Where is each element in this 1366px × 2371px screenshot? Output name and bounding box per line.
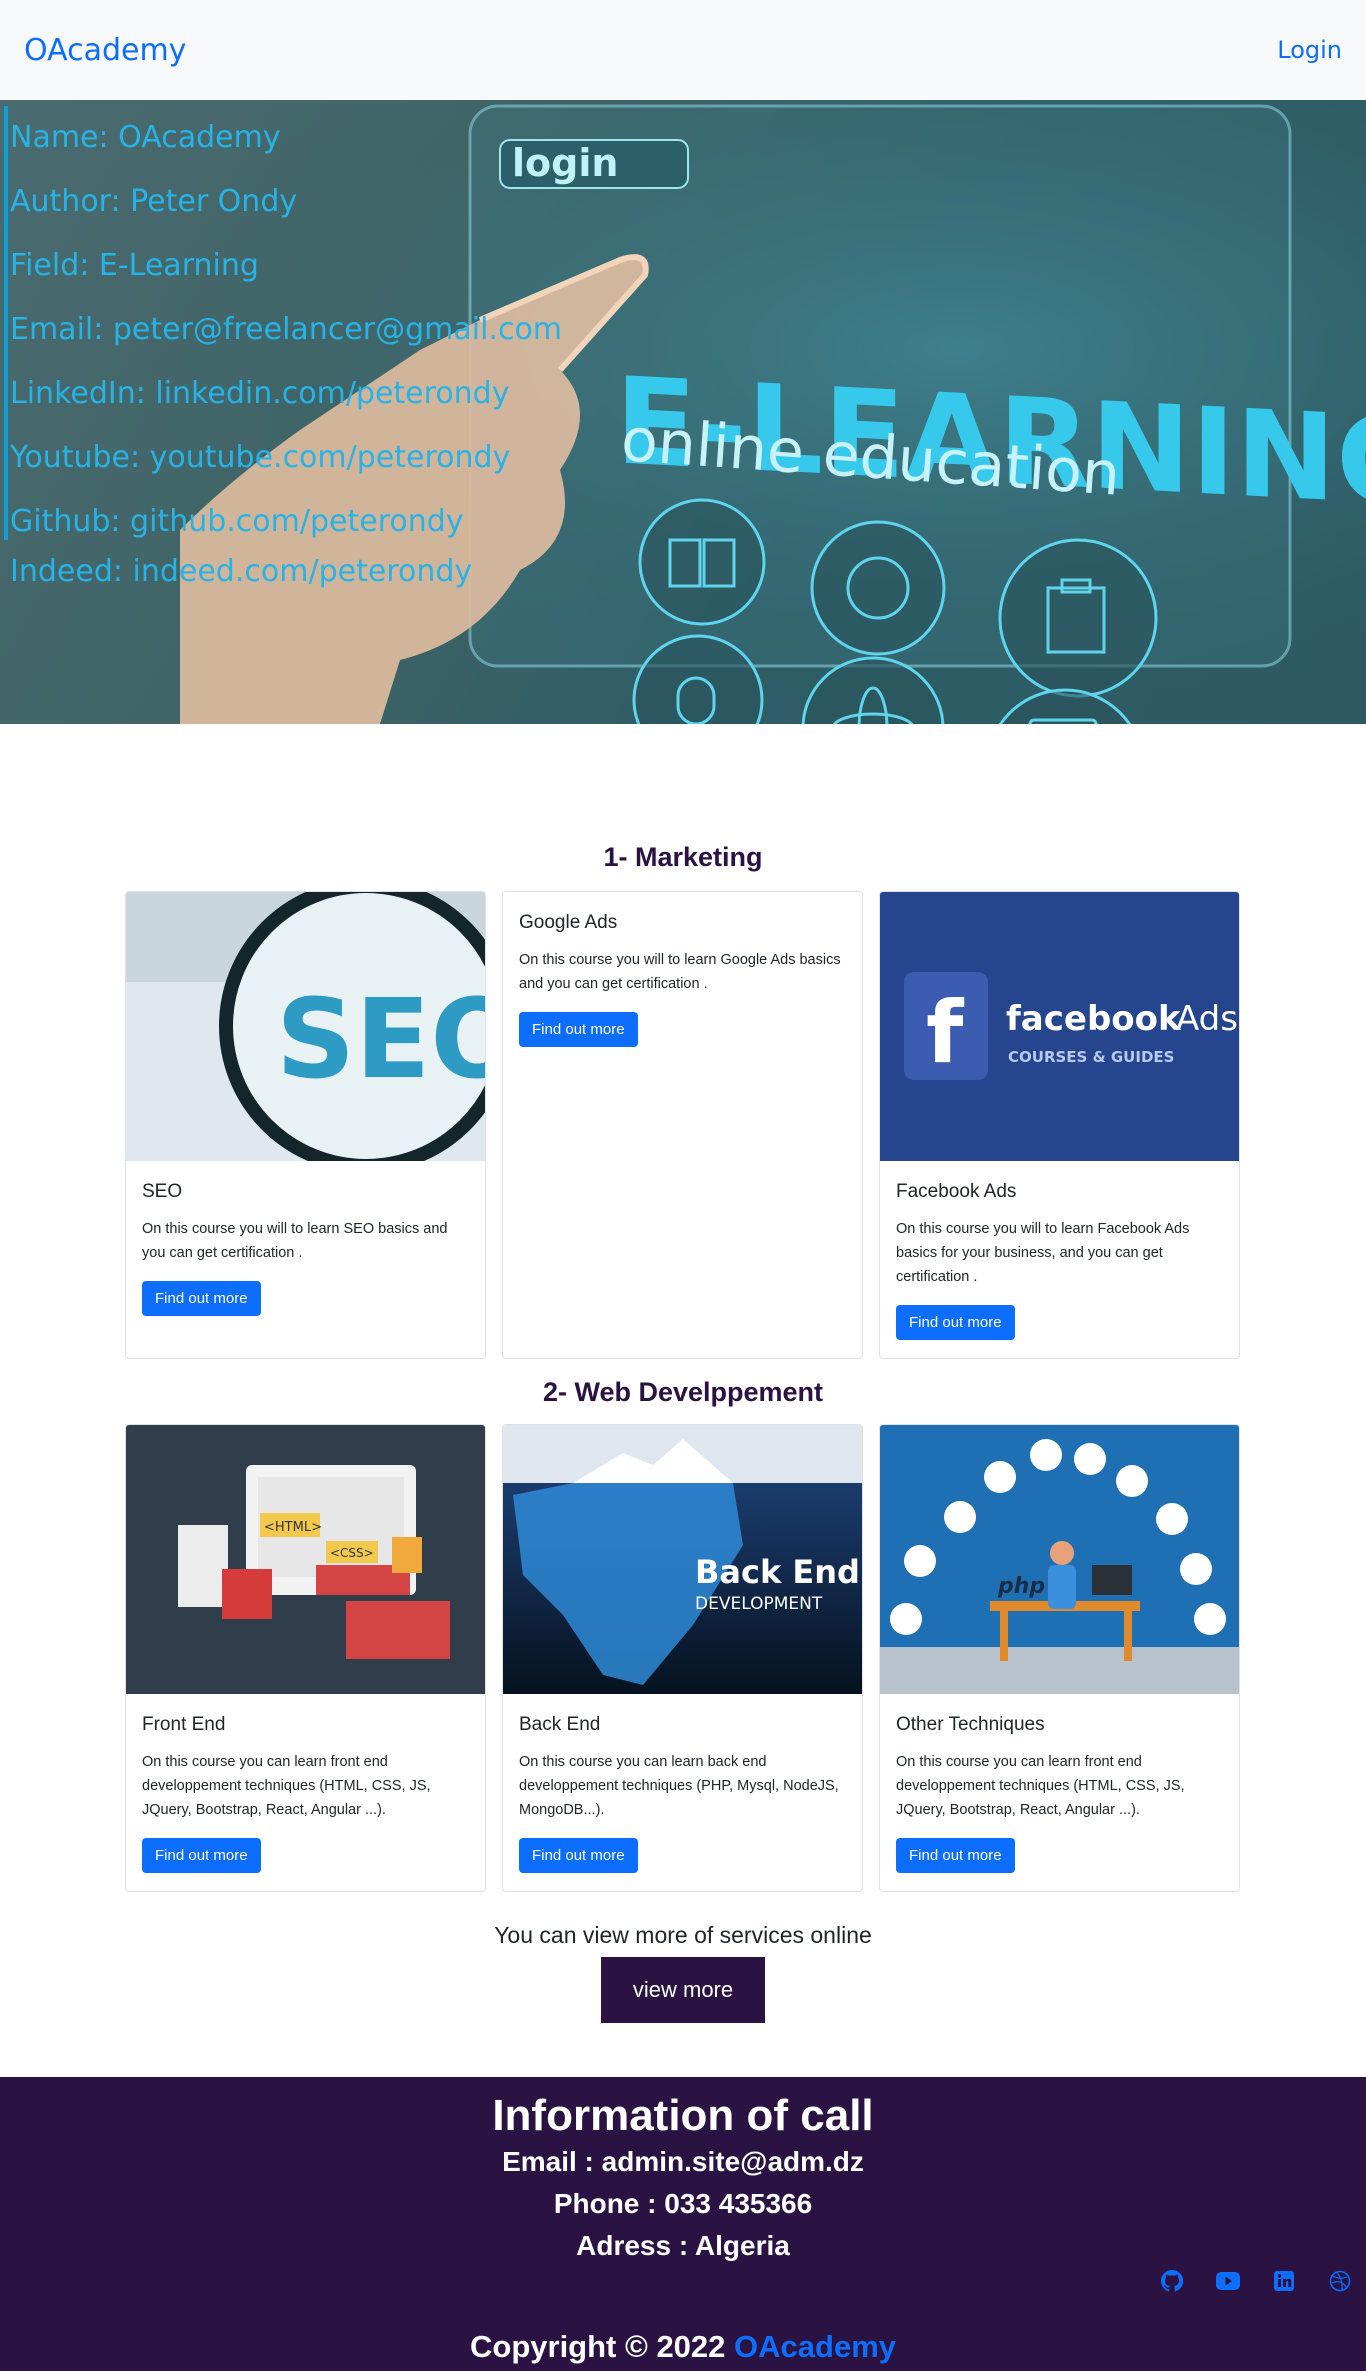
card-title: Front End bbox=[142, 1714, 226, 1735]
login-link[interactable]: Login bbox=[1277, 36, 1342, 64]
seo-image: SEO bbox=[126, 892, 485, 1161]
facebook-image-ads: Ads bbox=[1176, 999, 1238, 1039]
card-title: Other Techniques bbox=[896, 1714, 1045, 1735]
card-title: Facebook Ads bbox=[896, 1181, 1017, 1202]
navbar: OAcademy Login bbox=[0, 0, 1366, 100]
info-field: Field: E-Learning bbox=[10, 248, 259, 283]
course-card-back-end: Back End DEVELOPMENT Back End On this co… bbox=[502, 1424, 863, 1892]
marketing-row: SEO SEO On this course you will to learn… bbox=[125, 891, 1241, 1359]
web-title: 2- Web Develppement bbox=[542, 1377, 824, 1407]
info-indeed: Indeed: indeed.com/peterondy bbox=[10, 554, 473, 589]
course-card-front-end: <HTML> <CSS> Front End On this course yo… bbox=[125, 1424, 486, 1892]
courses-section: 1- Marketing SEO SEO On this course you … bbox=[0, 724, 1366, 2023]
svg-text:f: f bbox=[926, 983, 965, 1083]
card-text: On this course you can learn front end d… bbox=[142, 1754, 431, 1818]
back-end-image: Back End DEVELOPMENT bbox=[503, 1425, 862, 1694]
footer-phone: Phone : 033 435366 bbox=[553, 2188, 813, 2219]
card-text: On this course you will to learn Faceboo… bbox=[896, 1221, 1190, 1285]
web-row: <HTML> <CSS> Front End On this course yo… bbox=[125, 1424, 1241, 1892]
copyright-text: Copyright © 2022 bbox=[470, 2329, 726, 2364]
find-out-more-button[interactable]: Find out more bbox=[519, 1838, 638, 1873]
front-end-image: <HTML> <CSS> bbox=[126, 1425, 485, 1694]
seo-image-text: SEO bbox=[276, 975, 485, 1103]
find-out-more-button[interactable]: Find out more bbox=[519, 1012, 638, 1047]
copyright: Copyright © 2022 OAcademy bbox=[0, 2329, 1366, 2371]
info-name: Name: OAcademy bbox=[10, 120, 281, 155]
find-out-more-button[interactable]: Find out more bbox=[142, 1281, 261, 1316]
footer-address: Adress : Algeria bbox=[576, 2230, 790, 2261]
linkedin-icon[interactable] bbox=[1272, 2269, 1296, 2293]
card-text: On this course you can learn back end de… bbox=[519, 1754, 839, 1818]
find-out-more-button[interactable]: Find out more bbox=[896, 1838, 1015, 1873]
card-title: SEO bbox=[142, 1181, 183, 1202]
other-techniques-image: php bbox=[880, 1425, 1239, 1694]
footer: Information of call Email : admin.site@a… bbox=[0, 2077, 1366, 2371]
youtube-icon[interactable] bbox=[1216, 2269, 1240, 2293]
other-image-php-text: php bbox=[997, 1574, 1045, 1599]
social-links bbox=[1160, 2269, 1352, 2293]
info-email: Email: peter@freelancer@gmail.com bbox=[10, 312, 563, 347]
view-more-button[interactable]: view more bbox=[600, 1957, 766, 2023]
card-text: On this course you will to learn SEO bas… bbox=[142, 1221, 448, 1261]
author-info: Name: OAcademy Author: Peter Ondy Field:… bbox=[4, 106, 563, 589]
brand-link[interactable]: OAcademy bbox=[24, 33, 186, 68]
hero-banner: login E-LEARNING online education Name: … bbox=[0, 100, 1366, 724]
back-end-image-text: Back End bbox=[695, 1553, 860, 1591]
front-end-css-text: <CSS> bbox=[330, 1546, 374, 1560]
facebook-image-text: facebook bbox=[1006, 999, 1182, 1039]
card-text: On this course you can learn front end d… bbox=[896, 1754, 1185, 1818]
dribbble-icon[interactable] bbox=[1328, 2269, 1352, 2293]
course-card-other-techniques: php Other Techniques On this course you … bbox=[879, 1424, 1240, 1892]
card-text: On this course you will to learn Google … bbox=[519, 952, 841, 992]
back-end-image-sub: DEVELOPMENT bbox=[695, 1594, 823, 1614]
find-out-more-button[interactable]: Find out more bbox=[142, 1838, 261, 1873]
github-icon[interactable] bbox=[1160, 2269, 1184, 2293]
view-more-text: You can view more of services online bbox=[494, 1922, 872, 1948]
info-linkedin: LinkedIn: linkedin.com/peterondy bbox=[10, 376, 510, 411]
footer-title: Information of call bbox=[492, 2091, 874, 2140]
info-youtube: Youtube: youtube.com/peterondy bbox=[10, 440, 511, 475]
marketing-title: 1- Marketing bbox=[603, 842, 763, 872]
front-end-html-text: <HTML> bbox=[264, 1520, 322, 1535]
copyright-brand-link[interactable]: OAcademy bbox=[734, 2329, 896, 2364]
footer-email: Email : admin.site@adm.dz bbox=[502, 2146, 864, 2177]
facebook-ads-image: f facebook Ads COURSES & GUIDES bbox=[880, 892, 1239, 1161]
facebook-image-sub: COURSES & GUIDES bbox=[1008, 1048, 1174, 1066]
course-card-seo: SEO SEO On this course you will to learn… bbox=[125, 891, 486, 1359]
course-card-google-ads: Google Ads On this course you will to le… bbox=[502, 891, 863, 1359]
course-card-facebook-ads: f facebook Ads COURSES & GUIDES Facebook… bbox=[879, 891, 1240, 1359]
card-title: Back End bbox=[519, 1714, 601, 1735]
info-author: Author: Peter Ondy bbox=[10, 184, 298, 219]
card-title: Google Ads bbox=[519, 912, 618, 933]
find-out-more-button[interactable]: Find out more bbox=[896, 1305, 1015, 1340]
